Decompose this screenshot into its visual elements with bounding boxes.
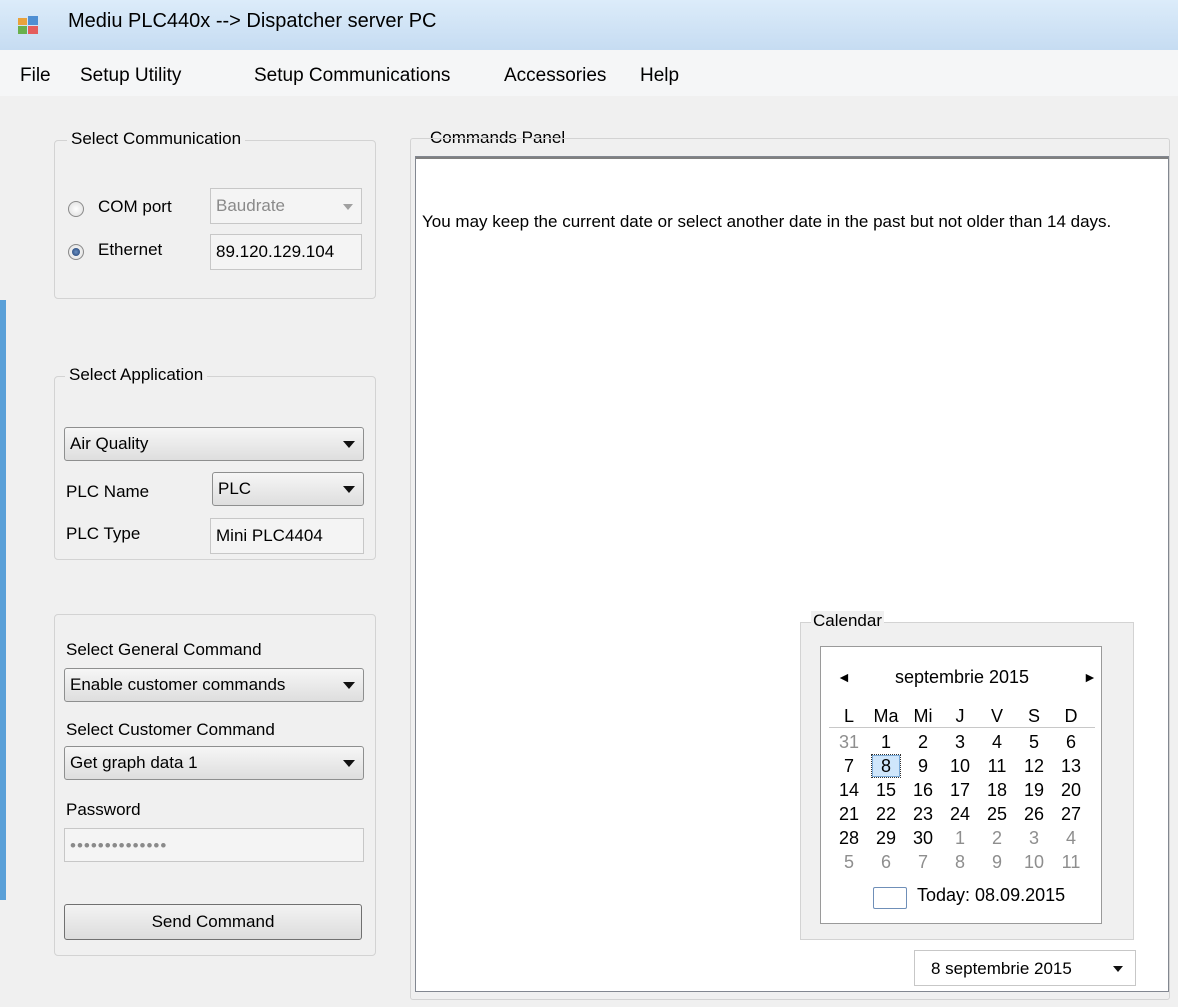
window-title: Mediu PLC440x --> Dispatcher server PC	[68, 10, 437, 32]
today-marker-icon	[873, 887, 907, 909]
calendar-day[interactable]: 2	[983, 827, 1011, 849]
calendar-day[interactable]: 26	[1020, 803, 1048, 825]
calendar-day[interactable]: 2	[909, 731, 937, 753]
calendar-day[interactable]: 4	[1057, 827, 1085, 849]
date-picker-value: 8 septembrie 2015	[931, 959, 1072, 978]
calendar-day[interactable]: 1	[872, 731, 900, 753]
calendar-today[interactable]: Today: 08.09.2015	[917, 885, 1065, 906]
calendar-day[interactable]: 3	[946, 731, 974, 753]
calendar-caption: Calendar	[811, 611, 884, 631]
ip-address-field[interactable]: 89.120.129.104	[210, 234, 362, 270]
com-port-label: COM port	[98, 197, 172, 216]
menu-setup-utility[interactable]: Setup Utility	[80, 65, 181, 87]
calendar-weekday: L	[843, 706, 854, 726]
panel-top-border	[416, 157, 1168, 159]
plc-name-value: PLC	[218, 479, 252, 498]
calendar-day[interactable]: 11	[1057, 851, 1085, 873]
com-port-radio[interactable]	[68, 201, 84, 217]
menu-help[interactable]: Help	[640, 65, 679, 87]
password-field[interactable]: ••••••••••••••	[64, 828, 364, 862]
calendar-day[interactable]: 24	[946, 803, 974, 825]
plc-name-label: PLC Name	[66, 482, 150, 501]
commands-panel-message: You may keep the current date or select …	[422, 212, 1112, 231]
calendar-day[interactable]: 5	[1020, 731, 1048, 753]
calendar-day[interactable]: 17	[946, 779, 974, 801]
plc-type-field: Mini PLC4404	[210, 518, 364, 554]
calendar-weekday: D	[1064, 706, 1078, 726]
application-value: Air Quality	[70, 434, 149, 453]
calendar-day[interactable]: 19	[1020, 779, 1048, 801]
plc-name-select[interactable]: PLC	[212, 472, 364, 506]
calendar-day[interactable]: 30	[909, 827, 937, 849]
calendar-day[interactable]: 8	[946, 851, 974, 873]
calendar-day[interactable]: 31	[835, 731, 863, 753]
calendar-day[interactable]: 12	[1020, 755, 1048, 777]
calendar-day[interactable]: 29	[872, 827, 900, 849]
calendar-day[interactable]: 22	[872, 803, 900, 825]
calendar-day[interactable]: 20	[1057, 779, 1085, 801]
general-command-value: Enable customer commands	[70, 675, 286, 694]
calendar[interactable]: ◄ septembrie 2015 ► L Ma Mi J V S D 31 1 2 3 4 5 6 7 8 9…	[820, 646, 1102, 924]
chevron-down-icon	[343, 682, 355, 689]
calendar-weekday: S	[1027, 706, 1040, 726]
calendar-weekday: Ma	[873, 706, 899, 726]
calendar-day[interactable]: 7	[909, 851, 937, 873]
chevron-down-icon	[343, 441, 355, 448]
calendar-day[interactable]: 7	[835, 755, 863, 777]
application-caption: Select Application	[65, 365, 208, 385]
calendar-day[interactable]: 14	[835, 779, 863, 801]
password-label: Password	[66, 800, 141, 819]
chevron-down-icon	[343, 204, 353, 210]
customer-command-value: Get graph data 1	[70, 753, 198, 772]
ethernet-label: Ethernet	[98, 240, 163, 259]
general-command-label: Select General Command	[66, 640, 262, 659]
baudrate-select[interactable]: Baudrate	[210, 188, 362, 224]
menu-setup-communications[interactable]: Setup Communications	[254, 65, 450, 87]
application-select[interactable]: Air Quality	[64, 427, 364, 461]
calendar-day-selected[interactable]: 8	[871, 754, 901, 778]
calendar-day[interactable]: 11	[983, 755, 1011, 777]
calendar-day[interactable]: 6	[1057, 731, 1085, 753]
calendar-day[interactable]: 23	[909, 803, 937, 825]
calendar-day[interactable]: 3	[1020, 827, 1048, 849]
calendar-day[interactable]: 9	[983, 851, 1011, 873]
menu-accessories[interactable]: Accessories	[504, 65, 606, 87]
calendar-day[interactable]: 27	[1057, 803, 1085, 825]
calendar-day[interactable]: 15	[872, 779, 900, 801]
calendar-day[interactable]: 10	[946, 755, 974, 777]
menu-file[interactable]: File	[20, 65, 51, 87]
menu-bar: File Setup Utility Setup Communications …	[0, 50, 1178, 96]
chevron-down-icon	[343, 486, 355, 493]
window-edge	[0, 300, 6, 900]
customer-command-label: Select Customer Command	[66, 720, 275, 739]
calendar-weekday: Mi	[913, 706, 933, 726]
calendar-day[interactable]: 16	[909, 779, 937, 801]
calendar-day[interactable]: 25	[983, 803, 1011, 825]
calendar-day[interactable]: 5	[835, 851, 863, 873]
calendar-weekday: V	[990, 706, 1003, 726]
calendar-grid: L Ma Mi J V S D 31 1 2 3 4 5 6 7 8 9 10 11 12 13 14 15 16 17 18 19…	[821, 647, 1103, 925]
communication-caption: Select Communication	[67, 129, 246, 149]
ethernet-radio[interactable]	[68, 244, 84, 260]
calendar-day[interactable]: 1	[946, 827, 974, 849]
calendar-day[interactable]: 18	[983, 779, 1011, 801]
chevron-down-icon	[343, 760, 355, 767]
baudrate-value: Baudrate	[216, 196, 285, 215]
calendar-day[interactable]: 13	[1057, 755, 1085, 777]
calendar-day[interactable]: 28	[835, 827, 863, 849]
send-command-button[interactable]: Send Command	[64, 904, 362, 940]
general-command-select[interactable]: Enable customer commands	[64, 668, 364, 702]
date-picker[interactable]: 8 septembrie 2015	[914, 950, 1136, 986]
title-bar: Mediu PLC440x --> Dispatcher server PC	[0, 0, 1178, 51]
calendar-day[interactable]: 9	[909, 755, 937, 777]
customer-command-select[interactable]: Get graph data 1	[64, 746, 364, 780]
chevron-down-icon[interactable]	[1113, 966, 1123, 972]
calendar-day[interactable]: 10	[1020, 851, 1048, 873]
calendar-day[interactable]: 4	[983, 731, 1011, 753]
calendar-weekday: J	[955, 706, 965, 726]
calendar-day[interactable]: 21	[835, 803, 863, 825]
app-icon	[18, 16, 38, 34]
plc-type-label: PLC Type	[66, 524, 141, 543]
calendar-day[interactable]: 6	[872, 851, 900, 873]
